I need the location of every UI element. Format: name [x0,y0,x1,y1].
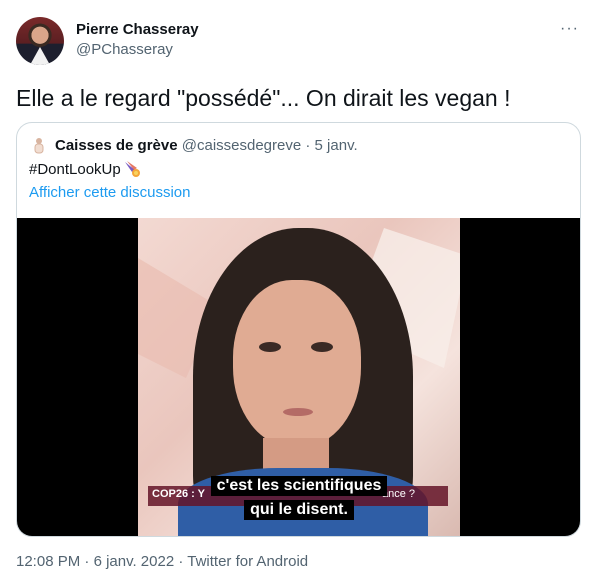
subtitle-line-2: qui le disent. [138,500,460,520]
quoted-author-handle[interactable]: @caissesdegreve [182,137,301,154]
quoted-avatar-icon [34,138,44,154]
quoted-tweet[interactable]: Caisses de grève @caissesdegreve · 5 jan… [16,122,581,537]
comet-icon [123,160,141,178]
tweet-time[interactable]: 12:08 PM [16,553,80,570]
footer-separator: · [80,553,94,570]
quoted-date[interactable]: 5 janv. [315,137,358,154]
author-handle[interactable]: @PChasseray [76,41,173,58]
show-thread-link[interactable]: Afficher cette discussion [29,184,190,201]
quoted-text: #DontLookUp [29,160,141,178]
quoted-author-name[interactable]: Caisses de grève [55,137,178,154]
tweet-source[interactable]: Twitter for Android [187,553,308,570]
quoted-avatar[interactable] [29,135,49,155]
author-avatar[interactable] [16,17,64,65]
video-player[interactable]: COP26 : Y ance ? c'est les scientifiques… [17,218,580,536]
quoted-separator: · [301,137,315,154]
hashtag-link[interactable]: #DontLookUp [29,161,121,178]
quoted-header: Caisses de grève @caissesdegreve · 5 jan… [55,137,358,154]
subtitle-line-1: c'est les scientifiques [138,476,460,496]
video-frame: COP26 : Y ance ? c'est les scientifiques… [138,218,460,536]
footer-separator-2: · [174,553,188,570]
tweet-date[interactable]: 6 janv. 2022 [94,553,175,570]
more-options-icon[interactable]: ··· [560,20,579,38]
tweet-footer: 12:08 PM · 6 janv. 2022 · Twitter for An… [16,553,308,570]
author-name[interactable]: Pierre Chasseray [76,21,199,38]
tweet: Pierre Chasseray @PChasseray ··· Elle a … [0,0,603,573]
tweet-text: Elle a le regard "possédé"... On dirait … [16,85,511,111]
